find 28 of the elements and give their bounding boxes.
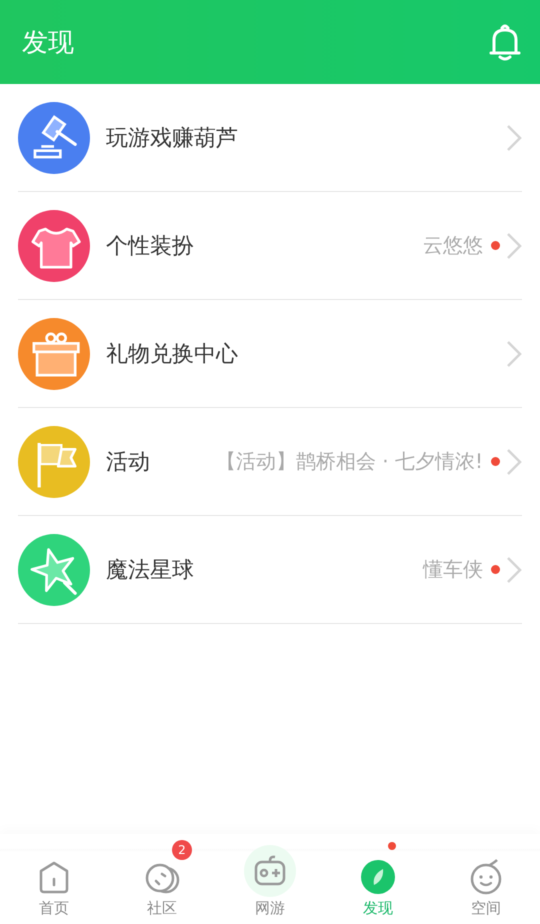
chevron-icon [506,340,522,368]
page-title: 发现 [22,26,74,60]
discover-icon [360,859,396,895]
nav-tab[interactable]: 社区 2 [108,834,216,924]
menu-row[interactable]: 礼物兑换中心 [18,300,522,408]
count-badge: 2 [172,840,192,860]
menu-row[interactable]: 魔法星球 懂车侠 [18,516,522,624]
row-title: 玩游戏赚葫芦 [106,124,238,152]
menu-row[interactable]: 玩游戏赚葫芦 [18,84,522,192]
chevron-icon [506,232,522,260]
chevron-icon [506,556,522,584]
row-title: 魔法星球 [106,556,194,584]
space-icon [468,859,504,895]
row-subtitle: 懂车侠 [423,556,483,583]
chevron-icon [506,124,522,152]
menu-row[interactable]: 个性装扮 云悠悠 [18,192,522,300]
row-title: 个性装扮 [106,232,194,260]
nav-tab[interactable]: 首页 [0,834,108,924]
row-subtitle: 云悠悠 [423,232,483,259]
row-title: 活动 [106,448,150,476]
chevron-icon [506,448,522,476]
game-icon [244,845,296,897]
bell-icon[interactable] [488,23,522,61]
row-subtitle: 【活动】鹊桥相会 · 七夕情浓! [216,448,483,475]
nav-tab[interactable]: 网游 [216,834,324,924]
row-title: 礼物兑换中心 [106,340,238,368]
nav-tab[interactable]: 空间 [432,834,540,924]
menu-row[interactable]: 活动 【活动】鹊桥相会 · 七夕情浓! [18,408,522,516]
